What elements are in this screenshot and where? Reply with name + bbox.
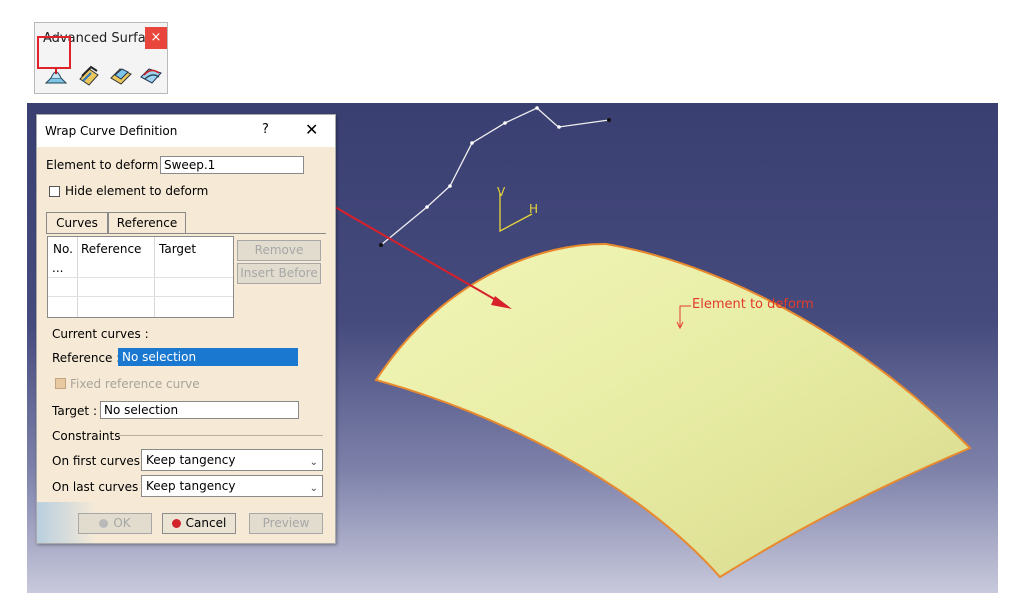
- constraints-label: Constraints: [52, 429, 121, 443]
- ok-button[interactable]: OK: [78, 513, 152, 534]
- col-header-reference: Reference: [81, 242, 142, 256]
- hide-element-label: Hide element to deform: [65, 184, 209, 198]
- insert-before-button[interactable]: Insert Before: [237, 263, 321, 284]
- constraints-divider: [118, 435, 323, 436]
- preview-button[interactable]: Preview: [249, 513, 323, 534]
- col-header-no: No.: [53, 242, 73, 256]
- last-curves-label: On last curves :: [52, 480, 147, 494]
- chevron-down-icon: ⌄: [309, 483, 318, 494]
- reference-field[interactable]: No selection: [118, 348, 298, 366]
- reference-label: Reference :: [52, 351, 121, 365]
- last-curves-value: Keep tangency: [146, 479, 236, 493]
- remove-button[interactable]: Remove: [237, 240, 321, 261]
- fixed-reference-label: Fixed reference curve: [70, 377, 200, 391]
- tab-curves[interactable]: Curves: [46, 212, 108, 234]
- first-curves-value: Keep tangency: [146, 453, 236, 467]
- chevron-down-icon: ⌄: [309, 457, 318, 468]
- table-row-no: ...: [52, 261, 64, 275]
- dialog-title: Wrap Curve Definition: [45, 124, 178, 138]
- cancel-icon: [171, 519, 181, 528]
- ok-icon: [99, 519, 109, 528]
- help-button[interactable]: ?: [262, 122, 269, 137]
- hide-element-checkbox[interactable]: [49, 186, 60, 197]
- current-curves-label: Current curves :: [52, 327, 149, 341]
- tab-reference[interactable]: Reference: [108, 212, 186, 234]
- dialog-titlebar[interactable]: Wrap Curve Definition ? ✕: [37, 115, 335, 147]
- element-to-deform-field[interactable]: Sweep.1: [160, 156, 304, 174]
- target-label: Target :: [52, 404, 97, 418]
- curves-table[interactable]: No. Reference Target ...: [47, 236, 234, 318]
- first-curves-label: On first curves :: [52, 454, 148, 468]
- target-field[interactable]: No selection: [100, 401, 299, 419]
- element-to-deform-label: Element to deform :: [46, 158, 167, 172]
- fixed-reference-checkbox[interactable]: [55, 378, 66, 389]
- last-curves-select[interactable]: Keep tangency ⌄: [141, 475, 323, 497]
- cancel-button[interactable]: Cancel: [162, 513, 236, 534]
- first-curves-select[interactable]: Keep tangency ⌄: [141, 449, 323, 471]
- dialog-close-button[interactable]: ✕: [305, 120, 318, 139]
- col-header-target: Target: [159, 242, 197, 256]
- tab-divider: [46, 233, 326, 234]
- callout-arrowhead: [491, 296, 512, 309]
